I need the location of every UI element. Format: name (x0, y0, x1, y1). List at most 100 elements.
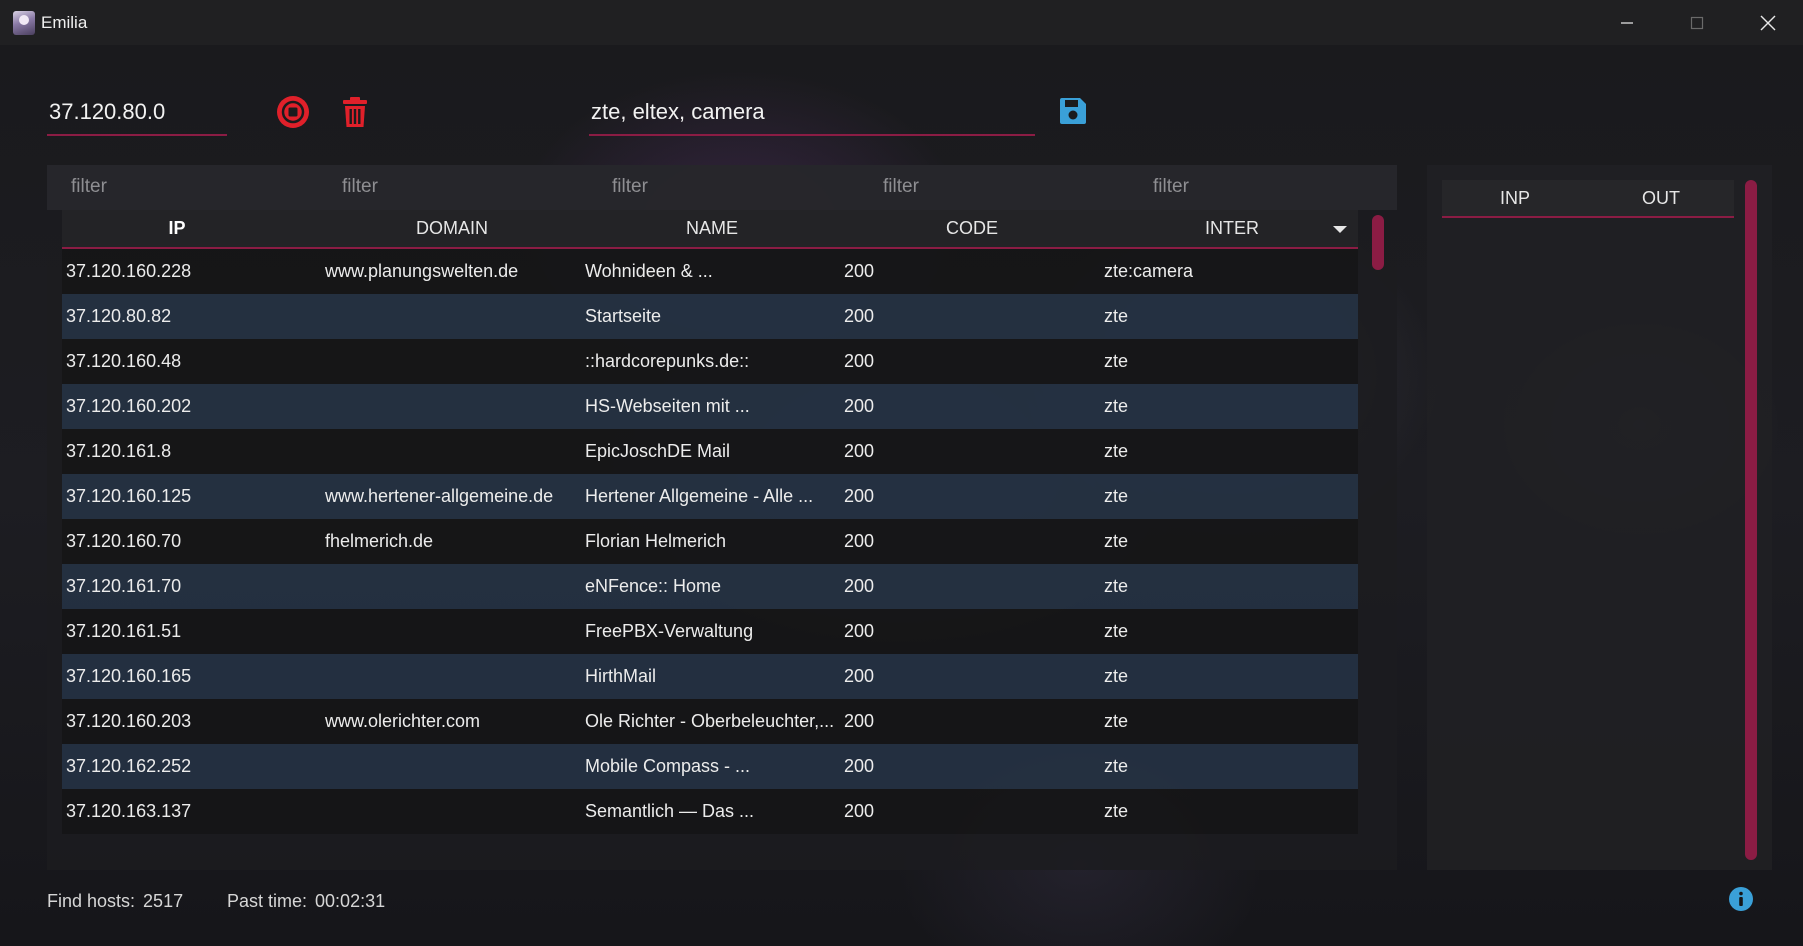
table-row[interactable]: 37.120.160.203 www.olerichter.com Ole Rich… (62, 699, 1358, 744)
table-row[interactable]: 37.120.161.51 FreePBX-Verwaltung 200 zte (62, 609, 1358, 654)
close-button[interactable] (1733, 0, 1803, 45)
cell-name: HS-Webseiten mit ... (585, 396, 750, 416)
table-row[interactable]: 37.120.160.228 www.planungswelten.de Wohni… (62, 249, 1358, 294)
cell-name: EpicJoschDE Mail (585, 441, 731, 461)
filter-row: filter filter filter filter filter (47, 165, 1397, 210)
table-body: 37.120.160.228 www.planungswelten.de Wohni… (62, 249, 1358, 855)
column-header-out[interactable]: OUT (1588, 180, 1734, 216)
cell-ip: 37.120.162.252 (66, 756, 192, 776)
cell-name: HirthMail (585, 666, 657, 686)
table-row[interactable]: 37.120.161.8 EpicJoschDE Mail 200 zte (62, 429, 1358, 474)
window-title: Emilia (41, 12, 88, 32)
cell-code: 200 (844, 306, 875, 326)
cell-code: 200 (844, 576, 875, 596)
ip-input[interactable] (47, 92, 231, 132)
tags-field-wrap (589, 92, 1039, 136)
find-hosts-status: Find hosts: 2517 (47, 887, 183, 915)
cell-domain (325, 294, 575, 339)
table-scrollbar[interactable] (1372, 210, 1384, 860)
cell-ip: 37.120.163.137 (66, 801, 192, 821)
io-panel: INP OUT (1427, 165, 1772, 870)
table-row[interactable]: 37.120.160.165 HirthMail 200 zte (62, 654, 1358, 699)
table-header: IP DOMAIN NAME CODE INTER (62, 210, 1358, 249)
filter-code[interactable]: filter (883, 169, 1123, 205)
cell-inter: zte (1104, 486, 1129, 506)
cell-code: 200 (844, 351, 875, 371)
table-scrollbar-thumb[interactable] (1372, 215, 1384, 270)
cell-name: ::hardcorepunks.de:: (585, 351, 750, 371)
cell-code: 200 (844, 621, 875, 641)
filter-domain[interactable]: filter (342, 169, 582, 205)
cell-ip: 37.120.161.8 (66, 441, 172, 461)
info-icon (1729, 887, 1753, 911)
cell-code: 200 (844, 441, 875, 461)
io-panel-scrollbar[interactable] (1745, 180, 1757, 860)
table-row[interactable]: 37.120.160.125 www.hertener-allgemeine.de… (62, 474, 1358, 519)
app-icon (13, 10, 35, 35)
column-header-name[interactable]: NAME (582, 210, 842, 247)
table-row[interactable]: 37.120.160.48::hardcorepunks.de:: 200 zte (62, 339, 1358, 384)
save-button[interactable] (1057, 94, 1089, 128)
column-header-inter[interactable]: INTER (1102, 210, 1362, 247)
cell-name: FreePBX-Verwaltung (585, 621, 754, 641)
cell-ip: 37.120.160.48 (66, 351, 182, 371)
filter-inter[interactable]: filter (1153, 169, 1353, 205)
cell-code: 200 (844, 666, 875, 686)
table-row[interactable]: 37.120.163.137 Semantlich — Das ... 200 zte (62, 789, 1358, 834)
results-table-panel: filter filter filter filter filter IP DO… (47, 165, 1397, 870)
maximize-button[interactable] (1662, 0, 1732, 45)
cell-domain (325, 609, 575, 654)
cell-name: Semantlich — Das ... (585, 801, 755, 821)
past-time-status: Past time: 00:02:31 (227, 887, 385, 915)
cell-code: 200 (844, 531, 875, 551)
tags-input[interactable] (589, 92, 1039, 132)
sort-descending-icon[interactable] (1333, 226, 1347, 233)
stop-button[interactable] (276, 95, 310, 129)
trash-icon (343, 97, 367, 127)
io-panel-header: INP OUT (1442, 180, 1734, 218)
floppy-disk-icon (1060, 98, 1086, 124)
cell-inter: zte (1104, 396, 1129, 416)
cell-inter: zte (1104, 306, 1129, 326)
past-time-value: 00:02:31 (315, 890, 386, 911)
cell-code: 200 (844, 801, 875, 821)
cell-domain (325, 789, 575, 834)
cell-ip: 37.120.160.203 (66, 711, 192, 731)
cell-ip: 37.120.161.51 (66, 621, 182, 641)
cell-ip: 37.120.80.82 (66, 306, 172, 326)
cell-ip: 37.120.160.125 (66, 486, 192, 506)
cell-domain (325, 384, 575, 429)
table-row[interactable]: 37.120.160.202 HS-Webseiten mit ... 200 zte (62, 384, 1358, 429)
cell-ip: 37.120.160.165 (66, 666, 192, 686)
cell-name: Startseite (585, 306, 662, 326)
cell-inter: zte (1104, 576, 1129, 596)
cell-name: Wohnideen & ... (585, 261, 713, 281)
cell-inter: zte (1104, 531, 1129, 551)
table-row[interactable]: 37.120.162.252 Mobile Compass - ... 200 zte (62, 744, 1358, 789)
table-row[interactable]: 37.120.161.70 eNFence:: Home 200 zte (62, 564, 1358, 609)
past-time-label: Past time: (227, 890, 308, 911)
info-button[interactable] (1728, 886, 1754, 912)
table-row[interactable]: 37.120.160.70 fhelmerich.de Florian Helmer… (62, 519, 1358, 564)
cell-inter: zte (1104, 801, 1129, 821)
cell-ip: 37.120.160.202 (66, 396, 192, 416)
column-header-code[interactable]: CODE (842, 210, 1102, 247)
table-row[interactable]: 37.120.80.82 Startseite 200 zte (62, 294, 1358, 339)
column-header-ip[interactable]: IP (62, 210, 292, 247)
clear-button[interactable] (339, 95, 371, 129)
cell-name: Florian Helmerich (585, 531, 727, 551)
column-header-domain[interactable]: DOMAIN (322, 210, 582, 247)
ip-field-wrap (47, 92, 231, 136)
cell-domain: www.olerichter.com (325, 711, 481, 731)
filter-name[interactable]: filter (612, 169, 852, 205)
cell-domain: fhelmerich.de (325, 531, 434, 551)
column-header-inp[interactable]: INP (1442, 180, 1588, 216)
cell-ip: 37.120.160.70 (66, 531, 182, 551)
find-hosts-label: Find hosts: (47, 890, 136, 911)
cell-domain: www.planungswelten.de (325, 261, 519, 281)
title-bar: Emilia (0, 0, 1803, 45)
filter-ip[interactable]: filter (71, 169, 311, 205)
close-icon (1760, 15, 1776, 30)
cell-domain (325, 654, 575, 699)
minimize-button[interactable] (1592, 0, 1662, 45)
